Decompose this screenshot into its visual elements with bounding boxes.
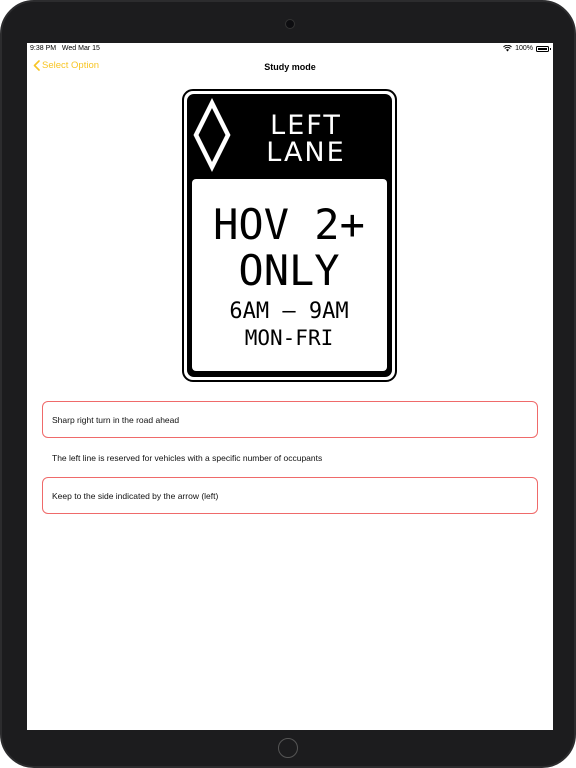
ipad-frame: 9:38 PM Wed Mar 15 100% Select Option St… xyxy=(0,0,576,768)
battery-level xyxy=(538,47,547,50)
home-button[interactable] xyxy=(278,738,298,758)
answer-option-1[interactable]: Sharp right turn in the road ahead xyxy=(42,401,538,438)
answer-options-list: Sharp right turn in the road ahead The l… xyxy=(42,401,538,515)
answer-option-text: Sharp right turn in the road ahead xyxy=(52,414,180,425)
status-time: 9:38 PM xyxy=(30,45,57,52)
wifi-icon xyxy=(503,45,512,52)
status-time-date: 9:38 PM Wed Mar 15 xyxy=(30,45,100,52)
sign-main-line2: ONLY xyxy=(238,246,339,295)
sign-time-line: 6AM – 9AM xyxy=(229,299,348,324)
status-date: Wed Mar 15 xyxy=(61,45,100,52)
sign-header-line2: LANE xyxy=(266,137,345,168)
road-sign-image: LEFT LANE HOV 2+ ONLY 6AM – 9AM MON-FRI xyxy=(182,89,397,382)
answer-option-text: Keep to the side indicated by the arrow … xyxy=(52,490,219,501)
status-bar: 9:38 PM Wed Mar 15 100% xyxy=(27,43,553,55)
front-camera xyxy=(285,19,295,29)
battery-icon xyxy=(536,45,551,52)
sign-main-line1: HOV 2+ xyxy=(213,200,365,249)
hov-sign: LEFT LANE HOV 2+ ONLY 6AM – 9AM MON-FRI xyxy=(182,89,397,382)
status-indicators: 100% xyxy=(503,45,551,52)
answer-option-text: The left line is reserved for vehicles w… xyxy=(52,452,323,463)
answer-option-3[interactable]: Keep to the side indicated by the arrow … xyxy=(42,477,538,514)
app-screen: 9:38 PM Wed Mar 15 100% Select Option St… xyxy=(27,43,553,730)
sign-days-line: MON-FRI xyxy=(245,326,334,350)
battery-percent: 100% xyxy=(515,45,533,52)
navigation-bar: Select Option Study mode xyxy=(27,57,553,79)
answer-option-2[interactable]: The left line is reserved for vehicles w… xyxy=(42,439,538,476)
page-title: Study mode xyxy=(264,62,316,72)
